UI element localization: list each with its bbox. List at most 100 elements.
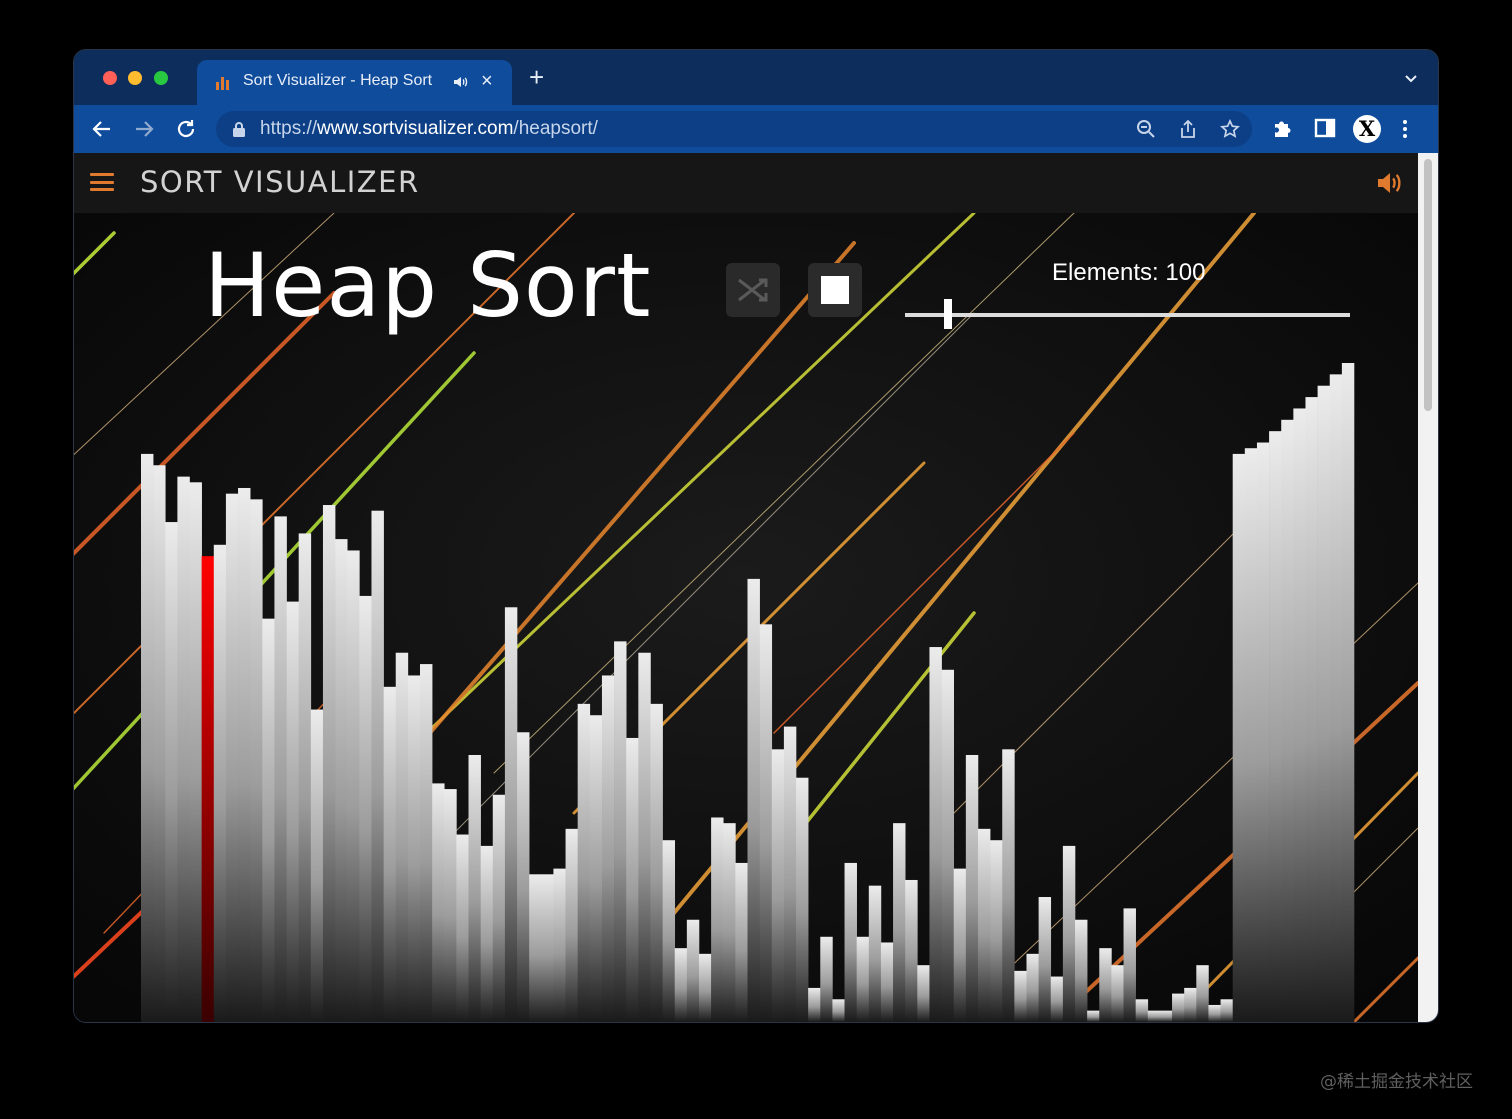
array-bar (177, 476, 190, 1022)
array-bar (225, 493, 239, 1022)
array-bar (1341, 363, 1355, 1022)
array-bar (614, 641, 627, 1022)
array-bar (905, 879, 918, 1022)
array-bar (771, 749, 785, 1022)
sound-on-icon[interactable] (1376, 170, 1404, 196)
visualizer-stage: Heap Sort Elements: 100 (74, 213, 1418, 1022)
array-bar (1184, 987, 1197, 1022)
page-title: Heap Sort (204, 234, 652, 337)
array-bar (1050, 976, 1064, 1022)
url-scheme: https:// (260, 118, 318, 139)
array-bar (407, 675, 421, 1022)
array-bar (1269, 431, 1282, 1022)
array-bar (1293, 408, 1306, 1022)
bookmark-star-icon[interactable] (1220, 119, 1240, 139)
url-text[interactable]: https://www.sortvisualizer.com/heapsort/ (260, 118, 598, 140)
stop-button[interactable] (808, 263, 862, 317)
array-bar (868, 885, 882, 1022)
array-bar (1159, 1010, 1173, 1022)
array-bar (1135, 999, 1149, 1022)
array-bar (1256, 442, 1270, 1022)
array-bar (638, 652, 651, 1022)
shuffle-button[interactable] (726, 263, 780, 317)
array-bar (662, 840, 676, 1022)
array-bar (626, 737, 639, 1022)
array-bar (723, 823, 736, 1022)
maximize-window-button[interactable] (154, 71, 168, 85)
array-bar (917, 965, 930, 1022)
array-bar (796, 777, 809, 1022)
array-bar (322, 505, 336, 1022)
new-tab-button[interactable]: + (529, 64, 544, 90)
array-bar (444, 789, 457, 1022)
array-bar (1305, 397, 1318, 1022)
page-scrollbar[interactable] (1418, 153, 1438, 1022)
array-bar (977, 828, 991, 1022)
array-bar (1220, 999, 1233, 1022)
array-bar (310, 709, 324, 1022)
address-bar[interactable]: https://www.sortvisualizer.com/heapsort/ (216, 111, 1252, 147)
hamburger-menu-icon[interactable] (90, 173, 114, 191)
elements-slider-thumb[interactable] (944, 299, 952, 329)
array-bar (589, 715, 603, 1022)
extensions-puzzle-icon[interactable] (1272, 117, 1294, 139)
tab-strip: Sort Visualizer - Heap Sort × + (74, 50, 1438, 105)
elements-slider-track[interactable] (905, 313, 1350, 317)
watermark: @稀土掘金技术社区 (1320, 1072, 1473, 1092)
audio-playing-icon[interactable] (452, 73, 470, 91)
more-menu-icon[interactable] (1402, 119, 1408, 139)
array-bar (990, 840, 1003, 1022)
active-tab[interactable]: Sort Visualizer - Heap Sort × (197, 60, 512, 105)
tab-close-button[interactable]: × (481, 70, 493, 93)
array-bar (1147, 1010, 1161, 1022)
site-brand[interactable]: SORT VISUALIZER (140, 165, 420, 199)
lock-icon[interactable] (232, 121, 246, 137)
side-panel-icon[interactable] (1314, 117, 1336, 139)
array-bar (1208, 1004, 1221, 1022)
array-bar (456, 834, 469, 1022)
forward-arrow-icon[interactable] (132, 117, 156, 141)
share-icon[interactable] (1178, 119, 1198, 139)
array-bar (953, 868, 967, 1022)
array-bar (1099, 948, 1112, 1022)
url-host: www.sortvisualizer.com (317, 118, 514, 139)
array-bar (213, 544, 227, 1022)
scrollbar-thumb[interactable] (1424, 159, 1432, 411)
array-bar (686, 919, 700, 1022)
array-bar (808, 987, 821, 1022)
browser-toolbar: https://www.sortvisualizer.com/heapsort/… (74, 105, 1438, 153)
array-bar (189, 482, 202, 1022)
chevron-down-icon[interactable] (1404, 72, 1418, 86)
zoom-icon[interactable] (1136, 119, 1156, 139)
array-bar (492, 794, 506, 1022)
array-bar (1232, 453, 1246, 1022)
close-window-button[interactable] (103, 71, 117, 85)
array-bar (1281, 419, 1294, 1022)
array-bar (298, 533, 312, 1022)
array-bar (238, 487, 251, 1022)
tab-title: Sort Visualizer - Heap Sort (243, 72, 433, 89)
array-bar (711, 817, 724, 1022)
reload-icon[interactable] (174, 117, 198, 141)
array-bar (1014, 970, 1027, 1022)
array-bar (250, 499, 263, 1022)
array-bar (468, 754, 481, 1022)
profile-avatar[interactable]: X (1353, 115, 1381, 143)
array-bar (419, 664, 433, 1022)
array-bar (783, 726, 797, 1022)
bar-chart-favicon-icon (216, 77, 229, 90)
page-viewport: SORT VISUALIZER Heap Sort Elements: 100 (74, 153, 1418, 1022)
array-bar (735, 862, 748, 1022)
array-bar (1038, 897, 1052, 1022)
browser-window: Sort Visualizer - Heap Sort × + https://… (74, 50, 1438, 1022)
array-bar (504, 607, 518, 1022)
array-bar (1329, 374, 1343, 1022)
array-bar (347, 550, 360, 1022)
array-bar (1062, 845, 1076, 1022)
stop-icon (821, 276, 849, 304)
minimize-window-button[interactable] (128, 71, 142, 85)
elements-count-label: Elements: 100 (1052, 259, 1206, 286)
back-arrow-icon[interactable] (90, 117, 114, 141)
array-bar (553, 868, 566, 1022)
array-bar (759, 624, 773, 1022)
